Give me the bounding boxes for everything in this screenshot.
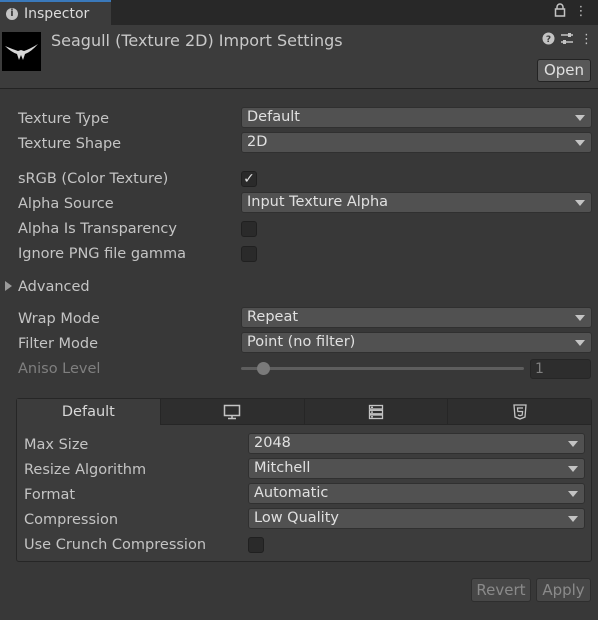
use-crunch-label: Use Crunch Compression [24, 537, 207, 553]
tab-default[interactable]: Default [17, 399, 161, 425]
ignore-png-gamma-label: Ignore PNG file gamma [18, 246, 187, 262]
chevron-down-icon [575, 340, 585, 346]
format-value: Automatic [254, 485, 329, 501]
srgb-checkbox[interactable]: ✓ [241, 171, 257, 187]
texture-type-dropdown[interactable]: Default [241, 107, 592, 128]
chevron-down-icon [568, 491, 578, 497]
html5-icon [512, 403, 527, 420]
resize-algorithm-dropdown[interactable]: Mitchell [248, 458, 585, 479]
chevron-down-icon [568, 441, 578, 447]
use-crunch-checkbox[interactable] [248, 537, 264, 553]
filter-mode-label: Filter Mode [18, 336, 99, 352]
texture-shape-dropdown[interactable]: 2D [241, 132, 592, 153]
tab-dedicated-server[interactable] [304, 399, 449, 425]
help-icon[interactable]: ? [541, 32, 555, 50]
aniso-level-label: Aniso Level [18, 361, 101, 377]
alpha-is-transparency-label: Alpha Is Transparency [18, 221, 177, 237]
compression-dropdown[interactable]: Low Quality [248, 508, 585, 529]
platform-tabs: Default [17, 399, 591, 426]
texture-type-value: Default [247, 109, 300, 125]
preset-icon[interactable] [560, 32, 574, 50]
resize-algorithm-label: Resize Algorithm [24, 462, 147, 478]
chevron-down-icon [575, 315, 585, 321]
compression-value: Low Quality [254, 510, 339, 526]
texture-shape-label: Texture Shape [18, 136, 122, 152]
chevron-down-icon [575, 200, 585, 206]
revert-button[interactable]: Revert [471, 578, 531, 602]
filter-mode-dropdown[interactable]: Point (no filter) [241, 332, 592, 353]
wrap-mode-dropdown[interactable]: Repeat [241, 307, 592, 328]
srgb-label: sRGB (Color Texture) [18, 171, 169, 187]
max-size-dropdown[interactable]: 2048 [248, 433, 585, 454]
foldout-arrow-icon[interactable] [5, 281, 12, 291]
texture-type-label: Texture Type [18, 111, 109, 127]
tab-webgl[interactable] [448, 399, 591, 425]
alpha-is-transparency-checkbox[interactable] [241, 221, 257, 237]
ignore-png-gamma-checkbox[interactable] [241, 246, 257, 262]
checkmark-icon: ✓ [243, 171, 255, 187]
server-icon [368, 404, 384, 419]
open-button[interactable]: Open [537, 59, 591, 82]
aniso-level-slider-thumb[interactable] [257, 362, 270, 375]
chevron-down-icon [575, 115, 585, 121]
chevron-down-icon [575, 140, 585, 146]
max-size-label: Max Size [24, 437, 89, 453]
wrap-mode-label: Wrap Mode [18, 311, 100, 327]
chevron-down-icon [568, 516, 578, 522]
texture-shape-value: 2D [247, 134, 268, 150]
advanced-foldout[interactable]: Advanced [18, 278, 90, 296]
apply-button[interactable]: Apply [536, 578, 591, 602]
info-icon: i [6, 7, 18, 20]
aniso-level-slider-track[interactable] [241, 367, 524, 370]
monitor-icon [223, 404, 241, 419]
svg-text:?: ? [545, 35, 550, 45]
alpha-source-dropdown[interactable]: Input Texture Alpha [241, 192, 592, 213]
aniso-level-field[interactable]: 1 [530, 359, 591, 379]
tab-default-label: Default [61, 404, 115, 420]
more-icon[interactable]: ⋮ [580, 32, 593, 48]
texture-thumbnail [2, 32, 41, 71]
format-label: Format [24, 487, 76, 503]
max-size-value: 2048 [254, 435, 291, 451]
format-dropdown[interactable]: Automatic [248, 483, 585, 504]
page-title: Seagull (Texture 2D) Import Settings [51, 31, 343, 50]
resize-algorithm-value: Mitchell [254, 460, 311, 476]
tab-standalone[interactable] [160, 399, 305, 425]
alpha-source-value: Input Texture Alpha [247, 194, 389, 210]
filter-mode-value: Point (no filter) [247, 334, 356, 350]
compression-label: Compression [24, 512, 119, 528]
chevron-down-icon [568, 466, 578, 472]
tab-inspector[interactable]: i Inspector [0, 0, 111, 25]
tab-inspector-label: Inspector [24, 5, 90, 22]
more-vertical-icon[interactable]: ⋮ [573, 3, 589, 21]
wrap-mode-value: Repeat [247, 309, 299, 325]
lock-icon[interactable] [552, 3, 568, 21]
alpha-source-label: Alpha Source [18, 196, 114, 212]
